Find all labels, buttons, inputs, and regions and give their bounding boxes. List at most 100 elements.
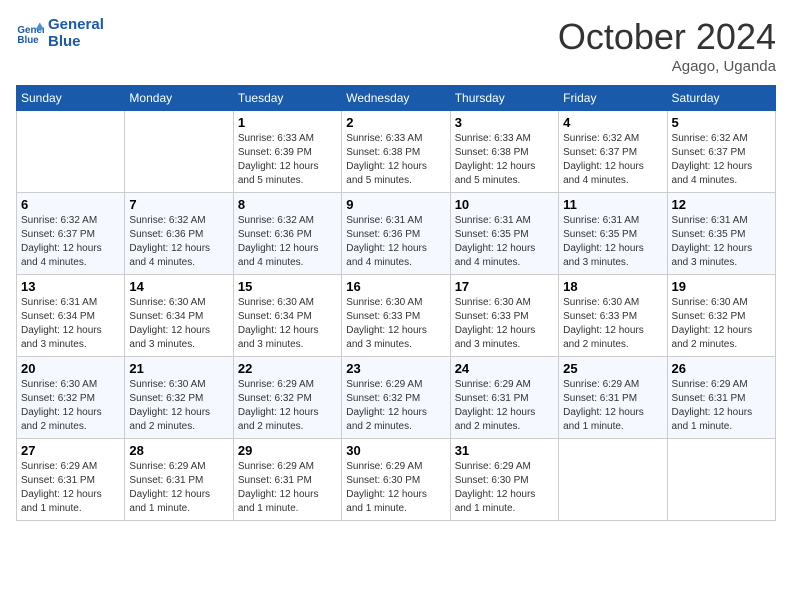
day-number: 6 <box>21 197 120 212</box>
location: Agago, Uganda <box>558 58 776 75</box>
day-number: 27 <box>21 443 120 458</box>
day-number: 18 <box>563 279 662 294</box>
day-info: Sunrise: 6:29 AM Sunset: 6:31 PM Dayligh… <box>455 378 554 434</box>
calendar-cell: 30 Sunrise: 6:29 AM Sunset: 6:30 PM Dayli… <box>342 439 450 521</box>
day-number: 21 <box>129 361 228 376</box>
day-info: Sunrise: 6:32 AM Sunset: 6:37 PM Dayligh… <box>672 132 771 188</box>
logo-text: General Blue <box>48 16 104 50</box>
day-number: 28 <box>129 443 228 458</box>
calendar-cell: 24 Sunrise: 6:29 AM Sunset: 6:31 PM Dayli… <box>450 357 558 439</box>
calendar-cell: 28 Sunrise: 6:29 AM Sunset: 6:31 PM Dayli… <box>125 439 233 521</box>
day-info: Sunrise: 6:31 AM Sunset: 6:35 PM Dayligh… <box>563 214 662 270</box>
day-number: 23 <box>346 361 445 376</box>
svg-text:Blue: Blue <box>17 35 39 46</box>
day-info: Sunrise: 6:31 AM Sunset: 6:35 PM Dayligh… <box>455 214 554 270</box>
day-header-wednesday: Wednesday <box>342 86 450 111</box>
calendar-cell: 29 Sunrise: 6:29 AM Sunset: 6:31 PM Dayli… <box>233 439 341 521</box>
calendar-cell: 22 Sunrise: 6:29 AM Sunset: 6:32 PM Dayli… <box>233 357 341 439</box>
day-info: Sunrise: 6:33 AM Sunset: 6:39 PM Dayligh… <box>238 132 337 188</box>
title-block: October 2024 Agago, Uganda <box>558 16 776 75</box>
day-header-saturday: Saturday <box>667 86 775 111</box>
day-number: 22 <box>238 361 337 376</box>
day-info: Sunrise: 6:29 AM Sunset: 6:31 PM Dayligh… <box>672 378 771 434</box>
day-info: Sunrise: 6:30 AM Sunset: 6:33 PM Dayligh… <box>563 296 662 352</box>
calendar-cell <box>125 111 233 193</box>
day-number: 29 <box>238 443 337 458</box>
calendar-cell: 19 Sunrise: 6:30 AM Sunset: 6:32 PM Dayli… <box>667 275 775 357</box>
day-info: Sunrise: 6:30 AM Sunset: 6:32 PM Dayligh… <box>672 296 771 352</box>
logo-icon: General Blue <box>16 19 44 47</box>
day-info: Sunrise: 6:29 AM Sunset: 6:31 PM Dayligh… <box>238 460 337 516</box>
day-number: 14 <box>129 279 228 294</box>
calendar-cell: 1 Sunrise: 6:33 AM Sunset: 6:39 PM Daylig… <box>233 111 341 193</box>
day-info: Sunrise: 6:33 AM Sunset: 6:38 PM Dayligh… <box>346 132 445 188</box>
calendar-week-2: 6 Sunrise: 6:32 AM Sunset: 6:37 PM Daylig… <box>17 193 776 275</box>
day-header-thursday: Thursday <box>450 86 558 111</box>
calendar-week-5: 27 Sunrise: 6:29 AM Sunset: 6:31 PM Dayli… <box>17 439 776 521</box>
day-number: 19 <box>672 279 771 294</box>
calendar-cell: 2 Sunrise: 6:33 AM Sunset: 6:38 PM Daylig… <box>342 111 450 193</box>
calendar-week-1: 1 Sunrise: 6:33 AM Sunset: 6:39 PM Daylig… <box>17 111 776 193</box>
calendar-cell: 5 Sunrise: 6:32 AM Sunset: 6:37 PM Daylig… <box>667 111 775 193</box>
day-info: Sunrise: 6:32 AM Sunset: 6:37 PM Dayligh… <box>563 132 662 188</box>
calendar-cell: 6 Sunrise: 6:32 AM Sunset: 6:37 PM Daylig… <box>17 193 125 275</box>
day-header-monday: Monday <box>125 86 233 111</box>
calendar-cell: 27Sunrise: 6:29 AM Sunset: 6:31 PM Dayli… <box>17 439 125 521</box>
day-header-sunday: Sunday <box>17 86 125 111</box>
calendar-cell: 8Sunrise: 6:32 AM Sunset: 6:36 PM Daylig… <box>233 193 341 275</box>
day-info: Sunrise: 6:30 AM Sunset: 6:33 PM Dayligh… <box>455 296 554 352</box>
day-info: Sunrise: 6:29 AM Sunset: 6:30 PM Dayligh… <box>455 460 554 516</box>
day-number: 30 <box>346 443 445 458</box>
day-number: 17 <box>455 279 554 294</box>
day-number: 31 <box>455 443 554 458</box>
day-info: Sunrise: 6:31 AM Sunset: 6:36 PM Dayligh… <box>346 214 445 270</box>
calendar-cell: 11 Sunrise: 6:31 AM Sunset: 6:35 PM Dayli… <box>559 193 667 275</box>
day-number: 13 <box>21 279 120 294</box>
day-number: 2 <box>346 115 445 130</box>
day-info: Sunrise: 6:29 AM Sunset: 6:30 PM Dayligh… <box>346 460 445 516</box>
day-number: 10 <box>455 197 554 212</box>
day-number: 11 <box>563 197 662 212</box>
day-info: Sunrise: 6:30 AM Sunset: 6:32 PM Dayligh… <box>21 378 120 434</box>
day-number: 12 <box>672 197 771 212</box>
day-info: Sunrise: 6:29 AM Sunset: 6:32 PM Dayligh… <box>346 378 445 434</box>
calendar-cell: 7Sunrise: 6:32 AM Sunset: 6:36 PM Daylig… <box>125 193 233 275</box>
day-header-friday: Friday <box>559 86 667 111</box>
day-info: Sunrise: 6:31 AM Sunset: 6:34 PM Dayligh… <box>21 296 120 352</box>
calendar-cell: 18 Sunrise: 6:30 AM Sunset: 6:33 PM Dayli… <box>559 275 667 357</box>
calendar-cell: 20 Sunrise: 6:30 AM Sunset: 6:32 PM Dayli… <box>17 357 125 439</box>
calendar-header-row: SundayMondayTuesdayWednesdayThursdayFrid… <box>17 86 776 111</box>
calendar-cell: 3Sunrise: 6:33 AM Sunset: 6:38 PM Daylig… <box>450 111 558 193</box>
day-info: Sunrise: 6:29 AM Sunset: 6:31 PM Dayligh… <box>129 460 228 516</box>
calendar-table: SundayMondayTuesdayWednesdayThursdayFrid… <box>16 85 776 521</box>
calendar-cell: 13 Sunrise: 6:31 AM Sunset: 6:34 PM Dayli… <box>17 275 125 357</box>
day-number: 9 <box>346 197 445 212</box>
calendar-cell <box>667 439 775 521</box>
day-info: Sunrise: 6:30 AM Sunset: 6:34 PM Dayligh… <box>238 296 337 352</box>
day-number: 1 <box>238 115 337 130</box>
header: General Blue General Blue October 2024 A… <box>16 16 776 75</box>
calendar-week-4: 20 Sunrise: 6:30 AM Sunset: 6:32 PM Dayli… <box>17 357 776 439</box>
day-number: 8 <box>238 197 337 212</box>
day-number: 4 <box>563 115 662 130</box>
day-info: Sunrise: 6:29 AM Sunset: 6:32 PM Dayligh… <box>238 378 337 434</box>
calendar-cell: 4 Sunrise: 6:32 AM Sunset: 6:37 PM Daylig… <box>559 111 667 193</box>
day-info: Sunrise: 6:30 AM Sunset: 6:33 PM Dayligh… <box>346 296 445 352</box>
day-number: 3 <box>455 115 554 130</box>
logo: General Blue General Blue <box>16 16 104 50</box>
day-number: 5 <box>672 115 771 130</box>
day-number: 24 <box>455 361 554 376</box>
calendar-cell <box>559 439 667 521</box>
calendar-cell: 17 Sunrise: 6:30 AM Sunset: 6:33 PM Dayli… <box>450 275 558 357</box>
calendar-cell <box>17 111 125 193</box>
day-number: 20 <box>21 361 120 376</box>
day-info: Sunrise: 6:30 AM Sunset: 6:32 PM Dayligh… <box>129 378 228 434</box>
day-info: Sunrise: 6:29 AM Sunset: 6:31 PM Dayligh… <box>563 378 662 434</box>
calendar-cell: 10 Sunrise: 6:31 AM Sunset: 6:35 PM Dayli… <box>450 193 558 275</box>
day-info: Sunrise: 6:32 AM Sunset: 6:37 PM Dayligh… <box>21 214 120 270</box>
calendar-cell: 15Sunrise: 6:30 AM Sunset: 6:34 PM Dayli… <box>233 275 341 357</box>
day-info: Sunrise: 6:31 AM Sunset: 6:35 PM Dayligh… <box>672 214 771 270</box>
calendar-cell: 25Sunrise: 6:29 AM Sunset: 6:31 PM Dayli… <box>559 357 667 439</box>
calendar-cell: 14Sunrise: 6:30 AM Sunset: 6:34 PM Dayli… <box>125 275 233 357</box>
day-number: 7 <box>129 197 228 212</box>
